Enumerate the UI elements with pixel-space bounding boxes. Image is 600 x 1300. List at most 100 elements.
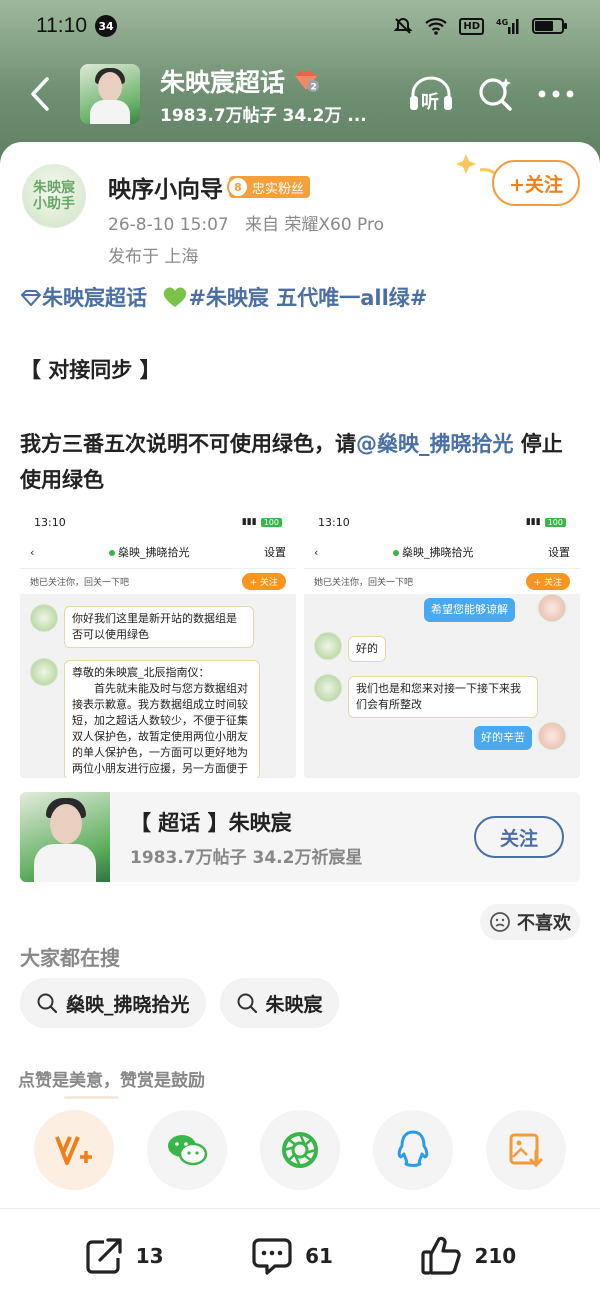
shot-avatar [538, 722, 566, 750]
dislike-label: 不喜欢 [517, 913, 571, 934]
shot-battery: 100 [544, 517, 566, 527]
more-options-icon[interactable] [538, 89, 574, 99]
post-image-2[interactable]: 13:10 ▮▮▮ 100 ‹ 燊映_拂晓拾光 设置 她已关注你，回关一下吧 + 关注 希… [304, 508, 580, 778]
svg-text:4G: 4G [496, 18, 508, 27]
shot-message: 好的辛苦 [474, 726, 532, 750]
comment-count: 61 [305, 1243, 333, 1268]
moments-icon [282, 1132, 318, 1168]
search-icon [237, 993, 257, 1014]
nav-bar: 朱映宸超话 2 1983.7万帖子 34.2万 ... 听 [0, 56, 600, 132]
reward-button[interactable] [34, 1110, 114, 1190]
section-title: 【 对接同步 】 [20, 358, 161, 382]
repost-count: 13 [135, 1243, 164, 1268]
shot-chat-title: 燊映_拂晓拾光 [117, 546, 190, 559]
shot-message: 尊敬的朱映宸_北辰指南仪： 首先就未能及时与您方数据组对接表示歉意。我方数据组成… [64, 660, 260, 778]
avatar-text-line1: 朱映宸 [33, 180, 75, 196]
like-count: 210 [474, 1243, 517, 1268]
supertopic-diamond-icon [20, 290, 42, 307]
supertopic-level-gem-icon: 2 [295, 70, 320, 92]
page-title: 朱映宸超话 [160, 67, 286, 97]
post-card: 朱映宸 小助手 映序小向导 8 忠实粉丝 +关注 26-8-10 15:07 来… [0, 142, 600, 1300]
search-chip-label: 燊映_拂晓拾光 [66, 993, 190, 1016]
post-body: 我方三番五次说明不可使用绿色，请@燊映_拂晓拾光 停止使用绿色 [20, 426, 580, 498]
shot-chat-title: 燊映_拂晓拾光 [401, 546, 474, 559]
body-text: 我方三番五次说明不可使用绿色，请 [20, 432, 356, 456]
hd-icon: HD [459, 17, 484, 35]
shot-time: 13:10 [318, 515, 350, 529]
trending-search-heading: 大家都在搜 [20, 946, 120, 970]
shot-message: 希望您能够谅解 [424, 598, 515, 622]
status-bar: 11:10 34 HD 4G [0, 0, 600, 52]
sad-face-icon [490, 912, 510, 932]
supertopic-follow-button[interactable]: 关注 [474, 816, 564, 858]
signal-icon: 4G [496, 18, 519, 34]
back-arrow-icon [31, 77, 49, 111]
shot-settings: 设置 [548, 546, 570, 559]
post-author[interactable]: 映序小向导 8 忠实粉丝 [108, 170, 311, 204]
page-subtitle: 1983.7万帖子 34.2万 ... [160, 105, 367, 126]
search-icon[interactable] [478, 76, 514, 112]
shot-avatar [314, 632, 342, 660]
search-icon [37, 993, 58, 1014]
share-wechat-button[interactable] [147, 1110, 227, 1190]
follow-author-button[interactable]: +关注 [492, 160, 580, 206]
topic-line: 朱映宸超话 #朱映宸 五代唯一all绿# [20, 280, 580, 316]
shot-settings: 设置 [264, 546, 286, 559]
vplus-icon [55, 1136, 92, 1165]
dislike-button[interactable]: 不喜欢 [480, 904, 580, 940]
repost-button[interactable]: 13 [84, 1236, 164, 1276]
like-button[interactable]: 210 [420, 1235, 516, 1277]
reward-indicator [64, 1096, 118, 1099]
search-chip-label: 朱映宸 [265, 993, 323, 1016]
mute-bell-icon [393, 17, 413, 34]
share-qq-button[interactable] [373, 1110, 453, 1190]
shot-notice: 她已关注你，回关一下吧 [30, 578, 130, 588]
mention-link[interactable]: @燊映_拂晓拾光 [356, 432, 514, 456]
shot-time: 13:10 [34, 515, 66, 529]
search-chip[interactable]: 朱映宸 [219, 978, 339, 1028]
shot-avatar [314, 674, 342, 702]
supertopic-link[interactable]: 朱映宸超话 [42, 286, 147, 310]
supertopic-card[interactable]: 【 超话 】朱映宸 1983.7万帖子 34.2万祈宸星 关注 [20, 792, 580, 882]
wechat-icon [168, 1135, 208, 1166]
avatar-text-line2: 小助手 [33, 196, 75, 212]
save-image-button[interactable] [486, 1110, 566, 1190]
post-image-1[interactable]: 13:10 ▮▮▮ 100 ‹ 燊映_拂晓拾光 设置 她已关注你，回关一下吧 + 关注 你… [20, 508, 296, 778]
qq-icon [397, 1130, 429, 1167]
status-time: 11:10 [36, 14, 87, 37]
supertopic-card-thumbnail [20, 792, 110, 882]
hashtag-link[interactable]: #朱映宸 五代唯一all绿# [188, 286, 427, 310]
trending-search-chips: 燊映_拂晓拾光 朱映宸 [20, 978, 339, 1028]
svg-text:听: 听 [421, 91, 439, 112]
avatar[interactable]: 朱映宸 小助手 [22, 164, 86, 228]
post-location: 发布于 上海 [108, 247, 199, 267]
comment-icon [252, 1237, 292, 1275]
shot-follow: + 关注 [525, 573, 570, 590]
supertopic-card-subtitle: 1983.7万帖子 34.2万祈宸星 [130, 847, 363, 868]
shot-message: 好的 [348, 636, 386, 662]
shot-message: 我们也是和您来对接一下接下来我们会有所整改 [348, 676, 538, 718]
shot-avatar [30, 658, 58, 686]
wifi-icon [425, 18, 448, 35]
supertopic-title-block[interactable]: 朱映宸超话 2 1983.7万帖子 34.2万 ... [160, 63, 408, 126]
shot-avatar [30, 604, 58, 632]
supertopic-thumbnail[interactable] [80, 64, 140, 124]
shot-avatar [538, 594, 566, 622]
share-moments-button[interactable] [260, 1110, 340, 1190]
back-button[interactable] [0, 76, 80, 112]
search-chip[interactable]: 燊映_拂晓拾光 [20, 978, 206, 1028]
listen-headphones-icon[interactable]: 听 [408, 76, 454, 112]
thumbs-up-icon [421, 1236, 462, 1275]
shot-notice: 她已关注你，回关一下吧 [314, 578, 414, 588]
repost-icon [86, 1237, 122, 1274]
shot-message: 你好我们这里是新开站的数据组是否可以使用绿色 [64, 606, 254, 648]
post-timestamp: 26-8-10 15:07 [108, 215, 229, 235]
fan-level-number: 8 [227, 176, 249, 198]
notification-count-badge: 34 [95, 15, 117, 37]
bottom-action-bar: 13 61 210 [0, 1208, 600, 1300]
post-images: 13:10 ▮▮▮ 100 ‹ 燊映_拂晓拾光 设置 她已关注你，回关一下吧 + 关注 你… [20, 508, 580, 778]
comment-button[interactable]: 61 [251, 1236, 333, 1276]
shot-follow: + 关注 [241, 573, 286, 590]
username[interactable]: 映序小向导 [108, 170, 223, 204]
post-meta: 26-8-10 15:07 来自 荣耀X60 Pro [108, 210, 384, 235]
